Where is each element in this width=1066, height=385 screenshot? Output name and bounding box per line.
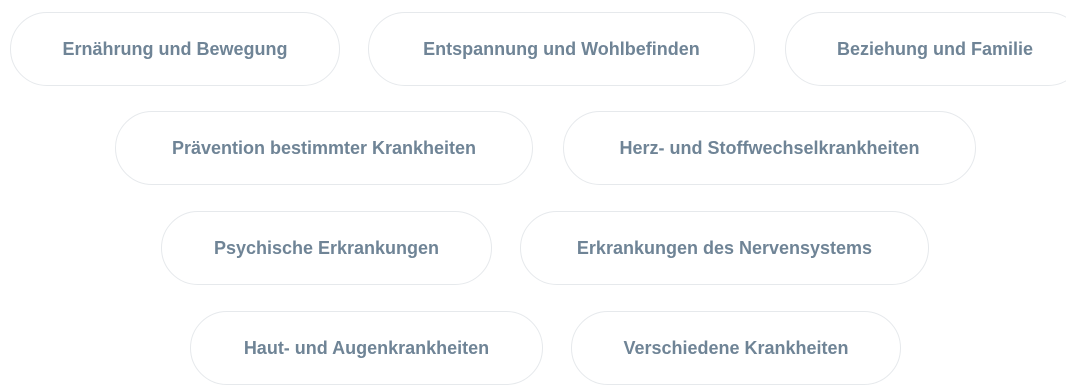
topic-praevention-bestimmter-krankheiten-button[interactable]: Prävention bestimmter Krankheiten xyxy=(115,111,533,185)
topic-filter-page: { "topics": [ {"label": "Ernährung und B… xyxy=(0,0,1066,385)
topic-entspannung-und-wohlbefinden-button[interactable]: Entspannung und Wohlbefinden xyxy=(368,12,755,86)
topic-ernaehrung-und-bewegung-button[interactable]: Ernährung und Bewegung xyxy=(10,12,340,86)
topic-erkrankungen-des-nervensystems-button[interactable]: Erkrankungen des Nervensystems xyxy=(520,211,929,285)
topic-haut-und-augenkrankheiten-button[interactable]: Haut- und Augenkrankheiten xyxy=(190,311,543,385)
topic-beziehung-und-familie-button[interactable]: Beziehung und Familie xyxy=(785,12,1066,86)
topic-herz-und-stoffwechselkrankheiten-button[interactable]: Herz- und Stoffwechselkrankheiten xyxy=(563,111,976,185)
topic-verschiedene-krankheiten-button[interactable]: Verschiedene Krankheiten xyxy=(571,311,901,385)
topic-psychische-erkrankungen-button[interactable]: Psychische Erkrankungen xyxy=(161,211,492,285)
